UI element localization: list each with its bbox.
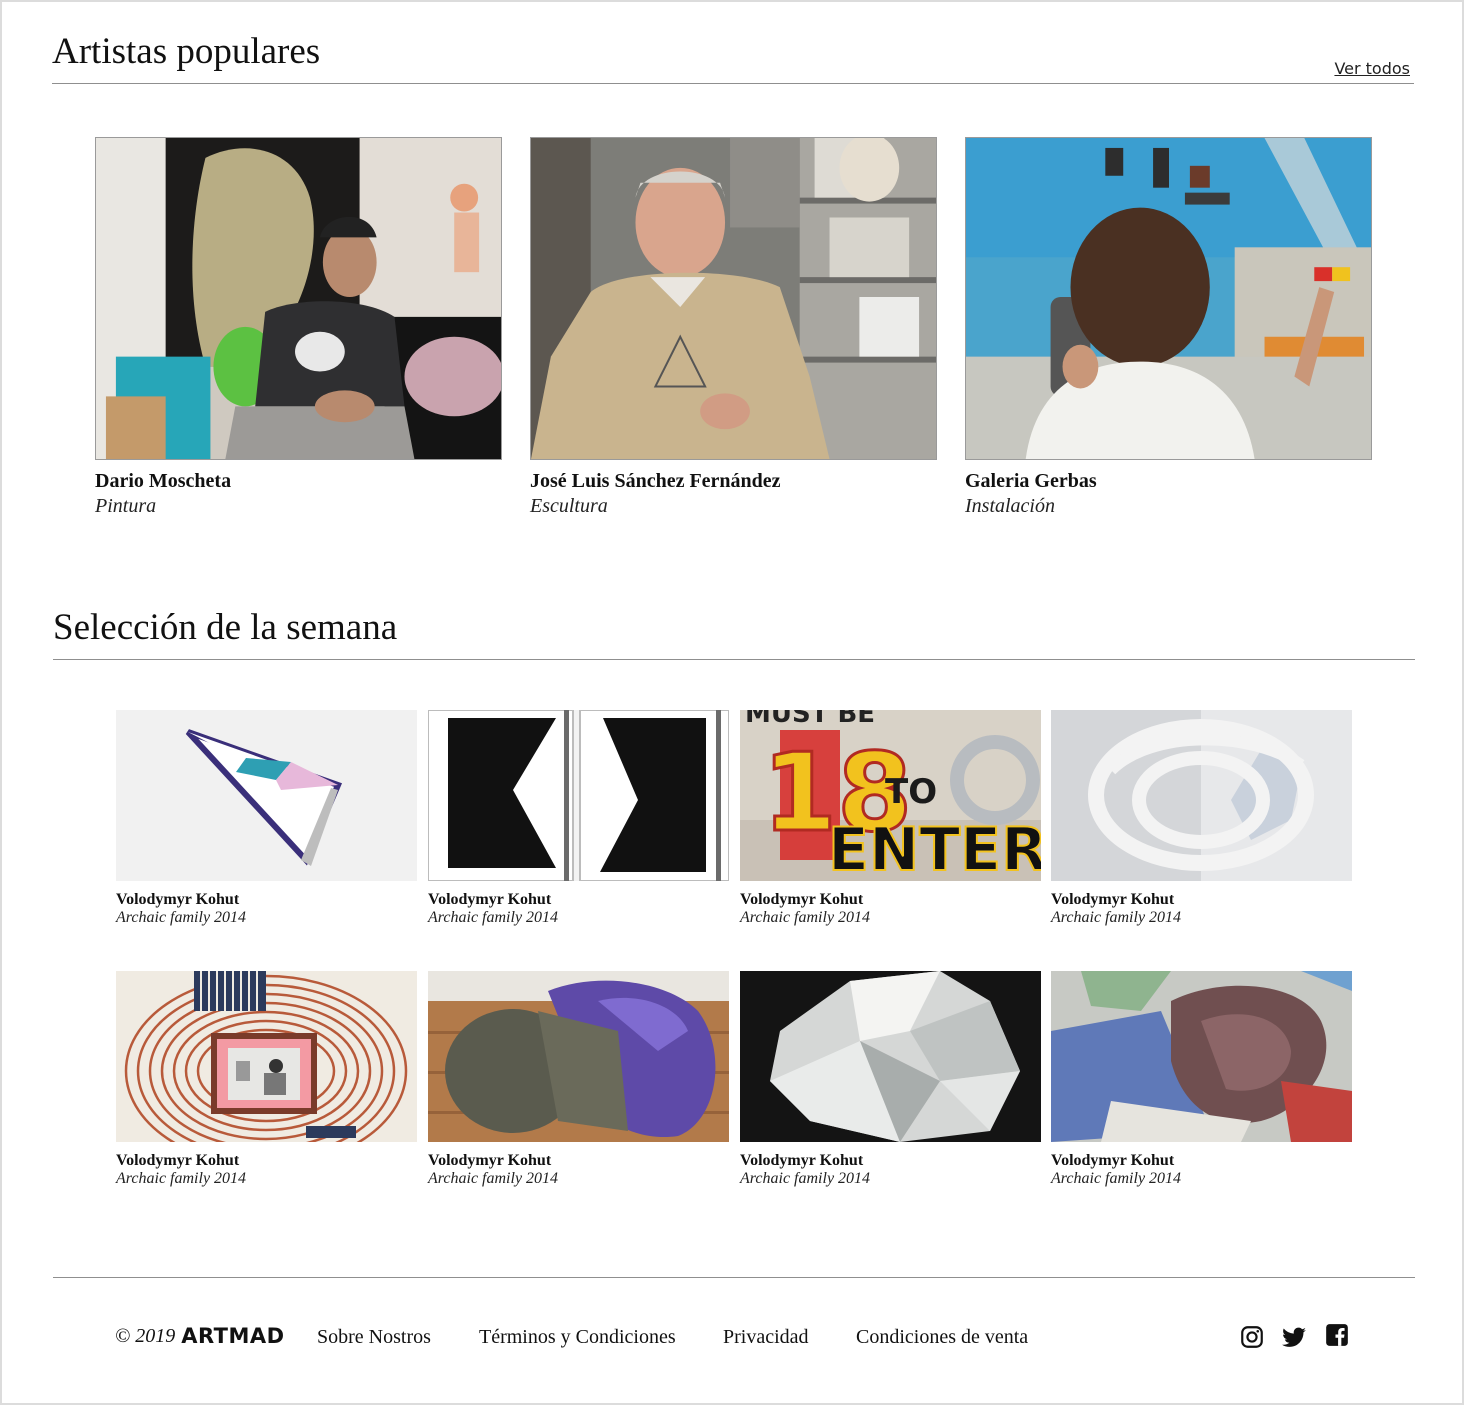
popular-artists-title: Artistas populares (52, 31, 321, 72)
artwork-image[interactable] (740, 971, 1041, 1142)
artwork-text: TO (885, 772, 937, 812)
artist-photo[interactable] (965, 137, 1372, 460)
artwork-title: Archaic family 2014 (116, 1170, 247, 1187)
artwork-card[interactable]: Volodymyr Kohut Archaic family 2014 (740, 971, 1041, 1188)
artwork-image[interactable] (1051, 971, 1352, 1142)
artwork-title: Archaic family 2014 (116, 909, 247, 926)
artwork-image[interactable] (428, 971, 729, 1142)
artist-category: Instalación (965, 495, 1055, 517)
artwork-card[interactable]: Volodymyr Kohut Archaic family 2014 (116, 971, 417, 1188)
artist-card[interactable]: José Luis Sánchez Fernández Escultura (530, 137, 937, 518)
artwork-title: Archaic family 2014 (740, 1170, 871, 1187)
artist-category: Pintura (95, 495, 157, 517)
artwork-title: Archaic family 2014 (1051, 1170, 1182, 1187)
artwork-title: Archaic family 2014 (428, 909, 559, 926)
facebook-icon[interactable] (1324, 1322, 1350, 1348)
artwork-text: MUST BE (745, 710, 875, 729)
artwork-image[interactable] (116, 971, 417, 1142)
artwork-artist: Volodymyr Kohut (1051, 891, 1175, 908)
instagram-icon[interactable] (1239, 1324, 1265, 1350)
artwork-artist: Volodymyr Kohut (116, 1152, 240, 1169)
footer-copyright: © 2019 ARTMAD (115, 1324, 285, 1348)
see-all-link[interactable]: Ver todos (1334, 59, 1410, 78)
footer-divider (53, 1277, 1415, 1278)
divider (52, 83, 1414, 84)
artwork-card[interactable]: Volodymyr Kohut Archaic family 2014 (428, 710, 729, 927)
artwork-artist: Volodymyr Kohut (428, 891, 552, 908)
artist-category: Escultura (530, 495, 608, 517)
artwork-artist: Volodymyr Kohut (428, 1152, 552, 1169)
artwork-image[interactable] (116, 710, 417, 881)
artwork-text: ENTER (828, 815, 1041, 881)
artwork-title: Archaic family 2014 (1051, 909, 1182, 926)
artwork-artist: Volodymyr Kohut (1051, 1152, 1175, 1169)
artwork-image[interactable]: MUST BE 18 TO ENTER (740, 710, 1041, 881)
copyright-text: © 2019 (115, 1324, 176, 1347)
artist-name[interactable]: José Luis Sánchez Fernández (530, 470, 937, 493)
artwork-title: Archaic family 2014 (428, 1170, 559, 1187)
artwork-card[interactable]: Volodymyr Kohut Archaic family 2014 (1051, 710, 1352, 927)
divider (53, 659, 1415, 660)
artwork-card[interactable]: MUST BE 18 TO ENTER Volodymyr Kohut Arch… (740, 710, 1041, 927)
artwork-title: Archaic family 2014 (740, 909, 871, 926)
artist-name[interactable]: Galeria Gerbas (965, 470, 1372, 493)
weekly-selection-title: Selección de la semana (53, 607, 398, 648)
twitter-icon[interactable] (1281, 1324, 1307, 1350)
artwork-artist: Volodymyr Kohut (740, 1152, 864, 1169)
artwork-card[interactable]: Volodymyr Kohut Archaic family 2014 (1051, 971, 1352, 1188)
brand-logo[interactable]: ARTMAD (181, 1324, 284, 1348)
artwork-artist: Volodymyr Kohut (740, 891, 864, 908)
footer-link-sale-conditions[interactable]: Condiciones de venta (856, 1326, 1028, 1349)
artist-card[interactable]: Galeria Gerbas Instalación (965, 137, 1372, 518)
artist-name[interactable]: Dario Moscheta (95, 470, 502, 493)
artwork-image[interactable] (428, 710, 729, 881)
footer-link-privacy[interactable]: Privacidad (723, 1326, 809, 1349)
artwork-card[interactable]: Volodymyr Kohut Archaic family 2014 (428, 971, 729, 1188)
footer-link-terms[interactable]: Términos y Condiciones (479, 1326, 676, 1349)
artwork-artist: Volodymyr Kohut (116, 891, 240, 908)
artist-photo[interactable] (95, 137, 502, 460)
footer-link-about[interactable]: Sobre Nostros (317, 1326, 431, 1349)
artist-card[interactable]: Dario Moscheta Pintura (95, 137, 502, 518)
artwork-card[interactable]: Volodymyr Kohut Archaic family 2014 (116, 710, 417, 927)
artist-photo[interactable] (530, 137, 937, 460)
artwork-image[interactable] (1051, 710, 1352, 881)
